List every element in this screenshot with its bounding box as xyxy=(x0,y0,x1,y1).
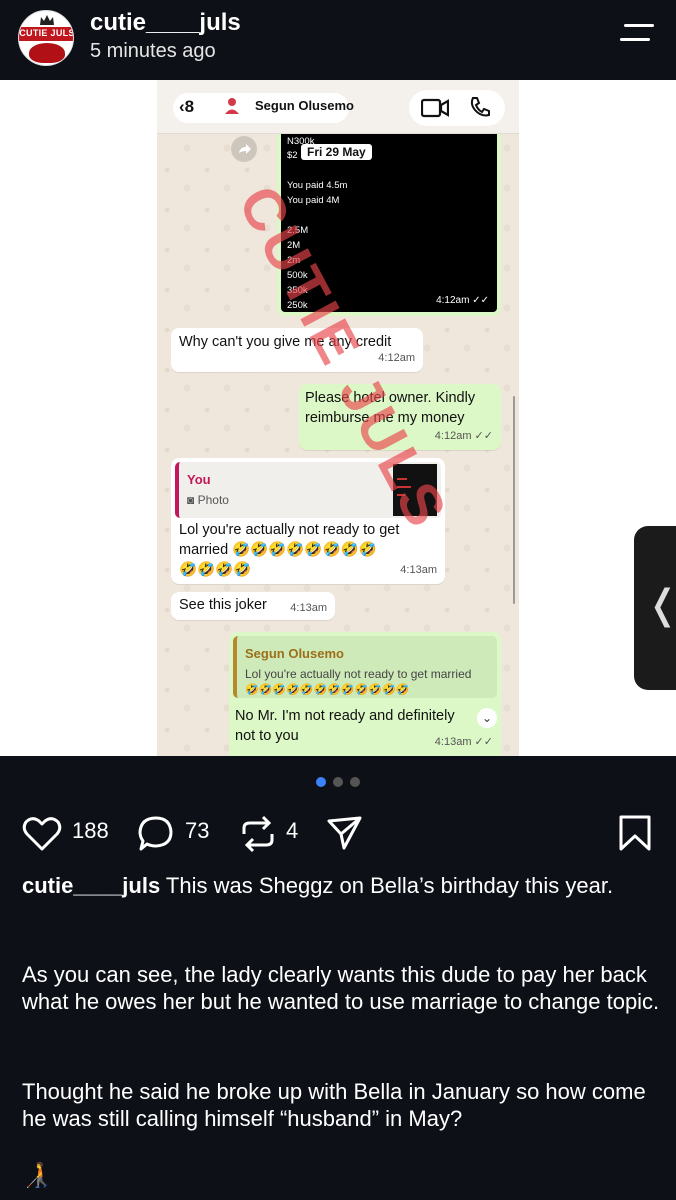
message-text: Why can't you give me any credit xyxy=(179,334,392,350)
caption-author[interactable]: cutie____juls xyxy=(22,873,160,898)
message-text: reimburse me my money xyxy=(305,410,465,426)
caption-emoji: 🧑‍🦯 xyxy=(22,1162,52,1189)
video-call-icon xyxy=(421,98,449,118)
caption-text: This was Sheggz on Bella’s birthday this… xyxy=(165,873,614,898)
message-text: Please hotel owner. Kindly xyxy=(305,390,476,406)
back-button: ‹8 xyxy=(179,97,195,116)
chevron-left-icon: ❬ xyxy=(646,582,676,628)
image-message: N300k $2 You paid 4.5m You paid 4M 2.5M … xyxy=(277,134,501,316)
repost-count: 4 xyxy=(286,818,299,843)
image-text: 2.5M xyxy=(287,225,309,236)
repost-icon[interactable] xyxy=(238,814,278,854)
image-text: 250k xyxy=(287,300,308,311)
scrollbar xyxy=(513,396,515,604)
comment-icon[interactable] xyxy=(137,815,175,853)
quote-type: ◙ Photo xyxy=(187,493,229,507)
caption-paragraph: cutie____juls This was Sheggz on Bella’s… xyxy=(22,872,662,899)
comment-count: 73 xyxy=(185,818,210,843)
message-text: Lol you're actually not ready to get xyxy=(179,522,400,538)
like-count: 188 xyxy=(72,818,109,843)
previous-slide-button[interactable]: ❬ xyxy=(634,526,676,690)
image-text: 2m xyxy=(287,255,301,266)
avatar[interactable]: CUTIE JULS xyxy=(18,10,74,66)
image-text: 500k xyxy=(287,270,308,281)
back-count: 8 xyxy=(184,97,195,116)
message-time: 4:13am xyxy=(290,602,327,614)
chat-bubble-outgoing: Please hotel owner. Kindly reimburse me … xyxy=(299,384,501,450)
pagination-dot-active[interactable] xyxy=(316,777,326,787)
message-text: See this joker xyxy=(179,597,267,613)
quoted-message: Segun Olusemo Lol you're actually not re… xyxy=(233,636,497,698)
quote-thumbnail xyxy=(393,464,437,516)
message-time: 4:13am xyxy=(400,564,437,576)
caption-paragraph: Thought he said he broke up with Bella i… xyxy=(22,1079,646,1131)
chat-bubble-incoming: See this joker 4:13am xyxy=(171,592,335,620)
phone-icon xyxy=(470,97,490,117)
message-time: 4:12am ✓✓ xyxy=(436,295,489,306)
heart-icon[interactable] xyxy=(22,816,62,852)
message-time: 4:12am xyxy=(378,352,415,364)
post-header: CUTIE JULS cutie____juls 5 minutes ago xyxy=(0,0,676,80)
image-text: $2 xyxy=(287,150,298,161)
caption-paragraph: As you can see, the lady clearly wants t… xyxy=(22,962,660,1014)
chevron-down-icon: ⌄ xyxy=(477,708,497,728)
post-timestamp: 5 minutes ago xyxy=(90,40,216,62)
action-bar: 188 73 4 xyxy=(0,806,676,856)
post-media[interactable]: ‹8 Segun Olusemo N300k $2 You paid 4.5m … xyxy=(0,80,676,756)
username[interactable]: cutie____juls xyxy=(90,9,241,37)
crown-icon xyxy=(40,15,54,25)
quoted-message: You ◙ Photo xyxy=(175,462,441,518)
message-text: 🤣🤣🤣🤣 xyxy=(179,562,252,578)
pagination-dot[interactable] xyxy=(333,777,343,787)
contact-name: Segun Olusemo xyxy=(255,98,354,113)
message-text: married 🤣🤣🤣🤣🤣🤣🤣🤣 xyxy=(179,542,377,558)
chat-bubble-incoming: You ◙ Photo Lol you're actually not read… xyxy=(171,458,445,584)
quote-emojis: 🤣🤣🤣🤣🤣🤣🤣🤣🤣🤣🤣🤣 xyxy=(245,684,410,696)
chat-bubble-incoming: Why can't you give me any credit 4:12am xyxy=(171,328,423,372)
contact-icon xyxy=(225,98,239,114)
date-pill: Fri 29 May xyxy=(301,144,372,160)
chat-header: ‹8 Segun Olusemo xyxy=(157,80,519,134)
bookmark-icon[interactable] xyxy=(618,814,652,852)
message-time: 4:12am ✓✓ xyxy=(434,430,493,442)
camera-icon: ◙ xyxy=(187,493,195,507)
quote-author: Segun Olusemo xyxy=(245,646,344,661)
pagination-dot[interactable] xyxy=(350,777,360,787)
forward-icon xyxy=(231,136,257,162)
quote-author: You xyxy=(187,472,211,487)
image-text: 2M xyxy=(287,240,301,251)
share-icon[interactable] xyxy=(326,814,364,852)
carousel-pagination xyxy=(314,777,364,789)
image-text: You paid 4M xyxy=(287,195,340,206)
menu-icon[interactable] xyxy=(620,22,656,44)
image-text: You paid 4.5m xyxy=(287,180,348,191)
chat-screenshot: ‹8 Segun Olusemo N300k $2 You paid 4.5m … xyxy=(157,80,519,756)
avatar-text: CUTIE JULS xyxy=(19,28,74,38)
message-time: 4:13am ✓✓ xyxy=(434,736,493,748)
message-text: not to you xyxy=(235,728,299,744)
image-text: 350k xyxy=(287,285,308,296)
message-text: No Mr. I'm not ready and definitely xyxy=(235,708,455,724)
chat-bubble-outgoing: Segun Olusemo Lol you're actually not re… xyxy=(229,632,501,756)
